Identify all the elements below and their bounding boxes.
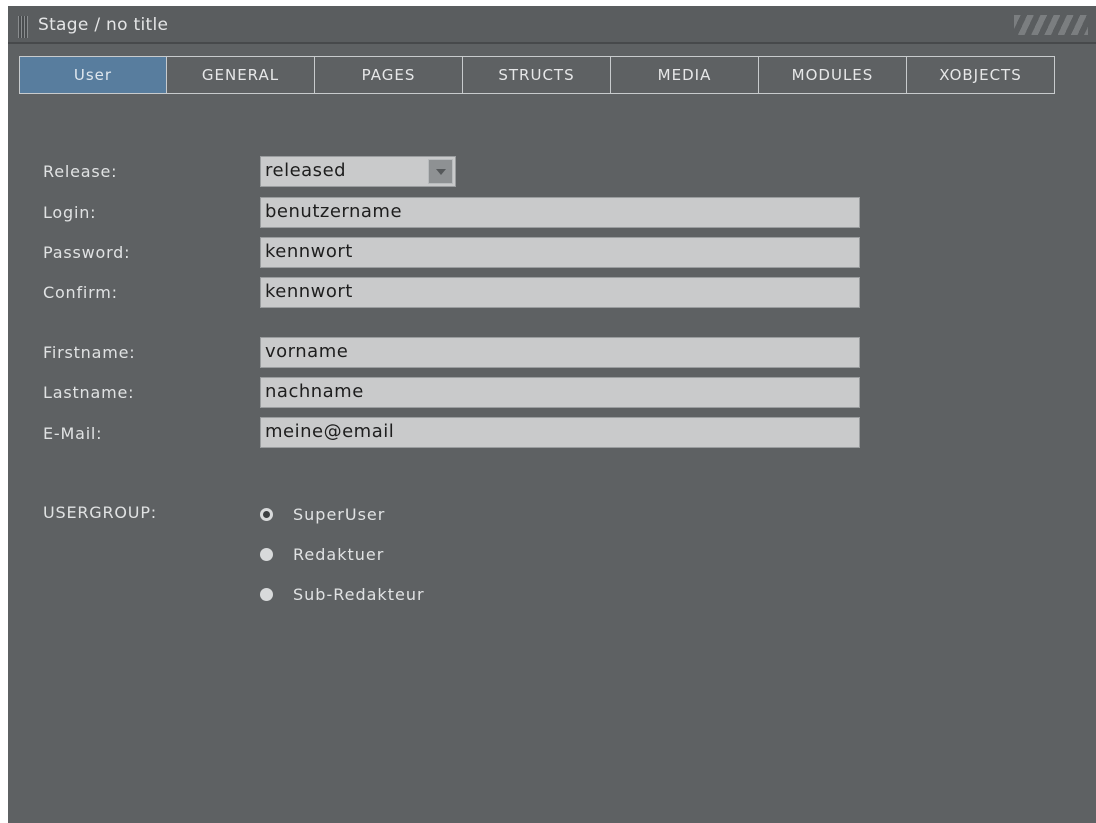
tab-general[interactable]: GENERAL xyxy=(167,56,315,94)
lastname-field[interactable]: nachname xyxy=(260,377,860,408)
radio-option-sub-redakteur[interactable]: Sub-Redakteur xyxy=(260,581,425,607)
release-select-value: released xyxy=(265,160,347,181)
radio-selected-icon[interactable] xyxy=(260,507,273,521)
tab-user[interactable]: User xyxy=(19,56,167,94)
confirm-field[interactable]: kennwort xyxy=(260,277,860,308)
dropdown-arrow-icon[interactable] xyxy=(428,159,453,184)
radio-option-superuser[interactable]: SuperUser xyxy=(260,501,385,527)
email-label: E-Mail: xyxy=(43,424,103,443)
tab-bar: User GENERAL PAGES STRUCTS MEDIA MODULES… xyxy=(19,56,1055,94)
usergroup-label: USERGROUP: xyxy=(43,503,157,522)
radio-unselected-icon[interactable] xyxy=(260,547,273,561)
tab-xobjects[interactable]: XOBJECTS xyxy=(907,56,1055,94)
resize-stripes-icon xyxy=(1014,15,1088,35)
tab-modules[interactable]: MODULES xyxy=(759,56,907,94)
radio-label: Redaktuer xyxy=(293,544,385,564)
stage-window: Stage / no title User GENERAL PAGES STRU… xyxy=(8,6,1096,823)
firstname-label: Firstname: xyxy=(43,343,136,362)
password-label: Password: xyxy=(43,243,131,262)
radio-label: Sub-Redakteur xyxy=(293,584,425,604)
password-field[interactable]: kennwort xyxy=(260,237,860,268)
tab-structs[interactable]: STRUCTS xyxy=(463,56,611,94)
release-label: Release: xyxy=(43,162,118,181)
radio-option-redaktuer[interactable]: Redaktuer xyxy=(260,541,384,567)
release-select[interactable]: released xyxy=(260,156,456,187)
email-field[interactable]: meine@email xyxy=(260,417,860,448)
radio-unselected-icon[interactable] xyxy=(260,587,273,601)
confirm-label: Confirm: xyxy=(43,283,118,302)
window-title: Stage / no title xyxy=(38,15,169,35)
login-label: Login: xyxy=(43,203,97,222)
login-field[interactable]: benutzername xyxy=(260,197,860,228)
title-bar[interactable]: Stage / no title xyxy=(8,6,1096,44)
tab-media[interactable]: MEDIA xyxy=(611,56,759,94)
lastname-label: Lastname: xyxy=(43,383,135,402)
firstname-field[interactable]: vorname xyxy=(260,337,860,368)
drag-grip-icon[interactable] xyxy=(18,16,28,38)
radio-label: SuperUser xyxy=(293,504,386,524)
tab-pages[interactable]: PAGES xyxy=(315,56,463,94)
